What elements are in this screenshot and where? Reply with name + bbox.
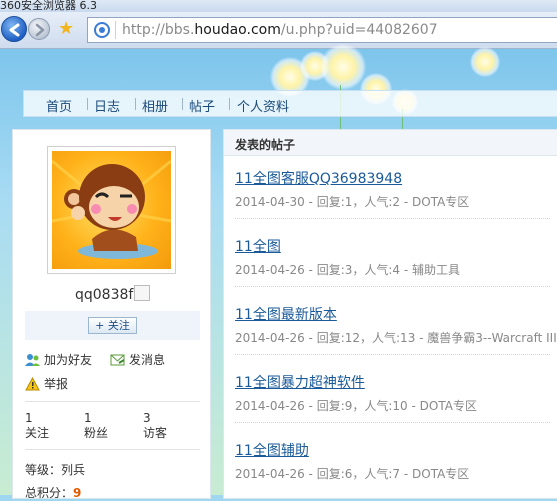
stat-visitors-label: 访客 — [143, 426, 168, 440]
address-url[interactable]: http://bbs.houdao.com/u.php?uid=44082607 — [122, 22, 438, 38]
avatar-image — [52, 151, 171, 269]
nav-album[interactable]: 相册 — [142, 96, 168, 115]
points-value: 9 — [73, 486, 82, 500]
post-item: 11全图 2014-04-26 - 回复:3，人气:4 - 辅助工具 — [235, 236, 555, 287]
post-divider — [235, 286, 550, 288]
post-title-link[interactable]: 11全图最新版本 — [235, 304, 555, 324]
follow-button[interactable]: + 关注 — [88, 317, 137, 334]
add-friend-link[interactable]: 加为好友 — [25, 351, 92, 368]
post-divider — [235, 218, 550, 220]
report-label: 举报 — [44, 377, 69, 391]
add-friend-icon — [25, 354, 40, 366]
post-meta: 2014-04-26 - 回复:9，人气:10 - DOTA专区 — [235, 399, 477, 413]
send-message-label: 发消息 — [129, 353, 166, 367]
post-item: 11全图客服QQ36983948 2014-04-30 - 回复:1，人气:2 … — [235, 168, 555, 219]
nav-profile[interactable]: 个人资料 — [237, 96, 289, 115]
post-title-link[interactable]: 11全图辅助 — [235, 440, 555, 460]
gender-icon — [134, 285, 151, 301]
profile-panel: qq0838f + 关注 加为好友 发消息 举报 1 关注 1 粉丝 3 访客 … — [12, 129, 211, 501]
divider — [25, 401, 200, 402]
rank-row: 等级：列兵 — [25, 461, 85, 478]
username: qq0838f — [75, 285, 151, 303]
warning-icon — [25, 377, 40, 391]
nav-separator — [182, 98, 183, 110]
post-divider — [235, 354, 550, 356]
monkey-avatar-icon — [52, 159, 171, 259]
dandelion-decoration — [470, 47, 500, 77]
address-bar[interactable]: http://bbs.houdao.com/u.php?uid=44082607 — [87, 17, 557, 43]
page-icon — [94, 22, 110, 38]
username-text: qq0838f — [75, 287, 134, 303]
post-meta: 2014-04-26 - 回复:3，人气:4 - 辅助工具 — [235, 263, 461, 277]
post-meta: 2014-04-26 - 回复:6，人气:7 - DOTA专区 — [235, 467, 470, 481]
nav-separator — [135, 98, 136, 110]
nav-blog[interactable]: 日志 — [94, 96, 120, 115]
post-title-link[interactable]: 11全图暴力超神软件 — [235, 372, 555, 392]
nav-separator — [87, 98, 88, 110]
stat-following-value: 1 — [25, 411, 33, 425]
message-icon — [110, 354, 125, 366]
post-divider — [235, 422, 550, 424]
window-titlebar: 360安全浏览器 6.3 — [0, 0, 557, 12]
back-button[interactable] — [1, 16, 27, 42]
rank-value: 列兵 — [61, 463, 86, 477]
add-friend-label: 加为好友 — [44, 353, 93, 367]
stat-following[interactable]: 1 关注 — [25, 411, 49, 441]
stat-visitors[interactable]: 3 访客 — [143, 411, 167, 441]
favorites-star-icon[interactable]: ★ — [58, 20, 74, 38]
url-prefix: http://bbs. — [122, 22, 195, 38]
stat-followers-value: 1 — [84, 411, 92, 425]
forward-arrow-icon — [35, 23, 45, 37]
post-title-link[interactable]: 11全图 — [235, 236, 555, 256]
post-item: 11全图暴力超神软件 2014-04-26 - 回复:9，人气:10 - DOT… — [235, 372, 555, 423]
nav-separator — [229, 98, 230, 110]
report-link[interactable]: 举报 — [25, 375, 68, 392]
divider — [25, 449, 200, 450]
window-title: 360安全浏览器 6.3 — [0, 0, 97, 12]
url-path: /u.php?uid=44082607 — [280, 22, 438, 38]
points-row: 总积分：9 — [25, 484, 81, 501]
posts-heading: 发表的帖子 — [235, 138, 296, 152]
points-label: 总积分： — [25, 486, 74, 500]
forward-button[interactable] — [28, 18, 50, 40]
rank-label: 等级： — [25, 463, 62, 477]
nav-home[interactable]: 首页 — [46, 96, 72, 115]
stat-followers-label: 粉丝 — [84, 426, 109, 440]
post-item: 11全图辅助 2014-04-26 - 回复:6，人气:7 - DOTA专区 — [235, 440, 555, 482]
dandelion-decoration — [320, 44, 366, 90]
avatar[interactable] — [47, 146, 176, 274]
stat-followers[interactable]: 1 粉丝 — [84, 411, 108, 441]
post-meta: 2014-04-30 - 回复:1，人气:2 - DOTA专区 — [235, 195, 470, 209]
posts-header: 发表的帖子 — [224, 130, 557, 156]
stat-visitors-value: 3 — [143, 411, 151, 425]
nav-posts[interactable]: 帖子 — [189, 96, 215, 115]
address-divider — [115, 21, 116, 39]
post-meta: 2014-04-26 - 回复:12，人气:13 - 魔兽争霸3--Warcra… — [235, 331, 557, 345]
browser-toolbar: ★ http://bbs.houdao.com/u.php?uid=440826… — [0, 12, 557, 49]
follow-box: + 关注 — [25, 311, 200, 340]
stat-following-label: 关注 — [25, 426, 50, 440]
back-arrow-icon — [9, 23, 20, 37]
post-item: 11全图最新版本 2014-04-26 - 回复:12，人气:13 - 魔兽争霸… — [235, 304, 557, 355]
url-domain: houdao.com — [194, 22, 281, 38]
posts-panel: 发表的帖子 11全图客服QQ36983948 2014-04-30 - 回复:1… — [223, 129, 557, 499]
profile-nav: 首页 日志 相册 帖子 个人资料 — [23, 90, 557, 117]
post-title-link[interactable]: 11全图客服QQ36983948 — [235, 168, 555, 188]
send-message-link[interactable]: 发消息 — [110, 351, 165, 368]
